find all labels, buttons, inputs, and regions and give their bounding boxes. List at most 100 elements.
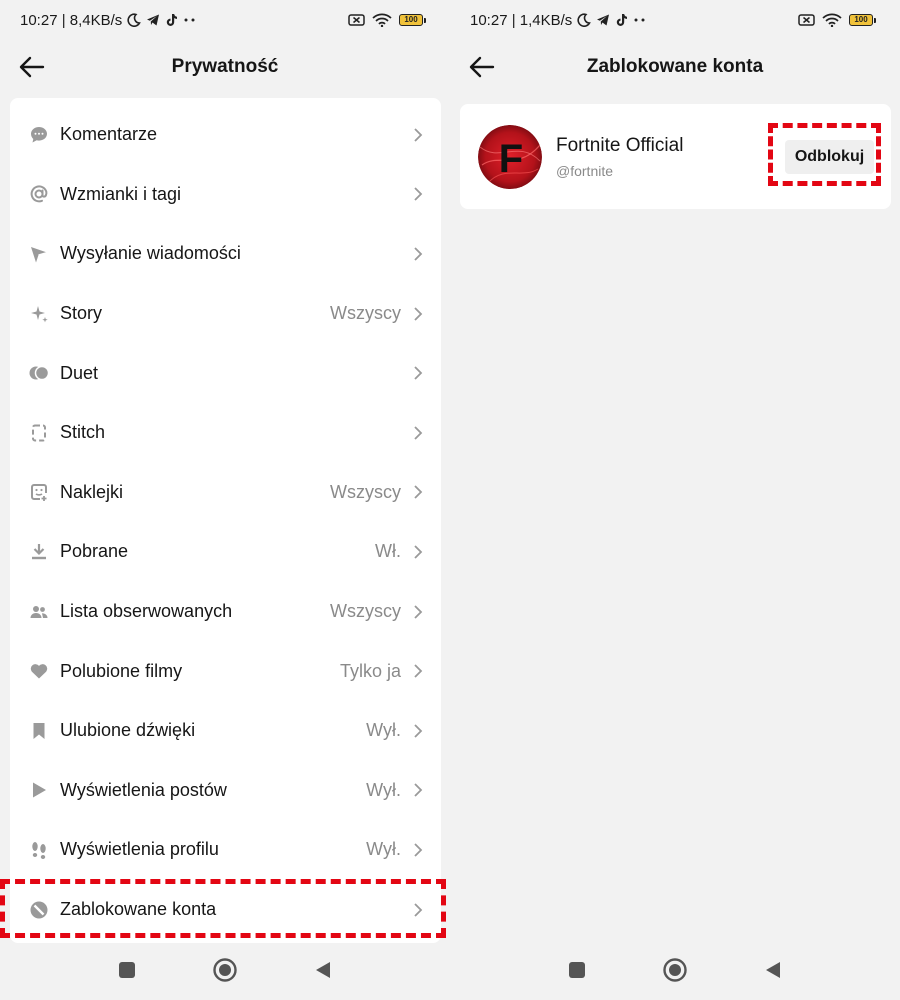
privacy-settings-list: Komentarze Wzmianki i tagi Wysyłanie wia…: [10, 98, 441, 943]
row-label: Polubione filmy: [60, 660, 183, 681]
status-time: 10:27: [470, 11, 508, 29]
row-naklejki[interactable]: Naklejki Wszyscy: [10, 463, 441, 523]
people-icon: [28, 601, 50, 623]
sim-off-icon: [798, 14, 815, 26]
row-label: Pobrane: [60, 541, 129, 562]
row-label: Lista obserwowanych: [60, 601, 233, 622]
row-story[interactable]: Story Wszyscy: [10, 284, 441, 344]
status-time: 10:27: [20, 11, 58, 29]
chevron-right-icon: [414, 366, 423, 380]
row-pobrane[interactable]: Pobrane Wł.: [10, 522, 441, 582]
row-komentarze[interactable]: Komentarze: [10, 105, 441, 165]
chevron-right-icon: [414, 306, 423, 321]
row-duet[interactable]: Duet: [10, 343, 441, 403]
back-icon[interactable]: [760, 957, 786, 983]
status-bar: 10:27 | 1,4KB/s 100: [470, 8, 876, 32]
row-label: Story: [60, 303, 103, 324]
row-wzmianki[interactable]: Wzmianki i tagi: [10, 165, 441, 225]
at-sign-icon: [28, 183, 50, 205]
bookmark-icon: [28, 720, 50, 742]
row-label: Wzmianki i tagi: [60, 183, 182, 204]
row-value: Wł.: [375, 541, 401, 562]
row-wyswietlenia-postow[interactable]: Wyświetlenia postów Wył.: [10, 761, 441, 821]
telegram-icon: [597, 14, 610, 26]
row-label: Ulubione dźwięki: [60, 720, 196, 741]
row-polubione-filmy[interactable]: Polubione filmy Tylko ja: [10, 641, 441, 701]
comment-icon: [28, 124, 50, 146]
blocked-accounts-screen: 10:27 | 1,4KB/s 100 Zablokowane konta F …: [450, 0, 900, 1000]
footprints-icon: [28, 839, 50, 861]
chevron-right-icon: [414, 247, 423, 261]
status-speed: | 1,4KB/s: [511, 11, 573, 29]
app-header: Prywatność: [0, 42, 450, 92]
privacy-screen: 10:27 | 8,4KB/s 100 Prywatność Komentarz…: [0, 0, 450, 1000]
page-title: Prywatność: [171, 56, 279, 77]
chevron-right-icon: [414, 485, 423, 500]
row-value: Tylko ja: [339, 660, 401, 681]
send-icon: [28, 243, 50, 265]
tiktok-icon: [617, 14, 628, 26]
chevron-right-icon: [414, 724, 423, 738]
back-arrow-icon[interactable]: [468, 54, 496, 80]
status-bar: 10:27 | 8,4KB/s 100: [20, 8, 426, 32]
telegram-icon: [147, 14, 160, 26]
avatar[interactable]: F: [478, 125, 542, 189]
account-handle: @fortnite: [556, 163, 614, 179]
home-icon[interactable]: [662, 957, 688, 983]
duet-icon: [28, 362, 50, 384]
blocked-accounts-highlight: [0, 879, 446, 938]
sim-off-icon: [348, 14, 365, 26]
status-speed: | 8,4KB/s: [61, 11, 123, 29]
moon-icon: [577, 13, 592, 27]
chevron-right-icon: [414, 843, 423, 857]
download-icon: [28, 541, 50, 563]
row-stitch[interactable]: Stitch: [10, 403, 441, 463]
unblock-highlight: [768, 123, 881, 186]
back-arrow-icon[interactable]: [18, 54, 46, 80]
row-wysylanie-wiadomosci[interactable]: Wysyłanie wiadomości: [10, 224, 441, 284]
moon-icon: [127, 13, 142, 27]
row-label: Wysyłanie wiadomości: [60, 243, 241, 264]
row-label: Wyświetlenia profilu: [60, 839, 219, 860]
system-nav-bar: [450, 940, 900, 1000]
wifi-icon: [372, 13, 392, 27]
system-nav-bar: [0, 940, 450, 1000]
row-label: Duet: [60, 362, 99, 383]
page-title: Zablokowane konta: [586, 56, 764, 77]
app-header: Zablokowane konta: [450, 42, 900, 92]
sticker-icon: [28, 481, 50, 503]
row-value: Wszyscy: [330, 601, 401, 622]
row-label: Naklejki: [60, 481, 124, 502]
chevron-right-icon: [414, 426, 423, 440]
more-dots-icon: [184, 18, 195, 22]
row-label: Wyświetlenia postów: [60, 779, 227, 800]
recent-apps-icon[interactable]: [564, 957, 590, 983]
chevron-right-icon: [414, 187, 423, 202]
chevron-right-icon: [414, 664, 423, 678]
wifi-icon: [822, 13, 842, 27]
row-value: Wył.: [366, 779, 401, 800]
tiktok-icon: [167, 14, 178, 26]
row-ulubione-dzwieki[interactable]: Ulubione dźwięki Wył.: [10, 701, 441, 761]
home-icon[interactable]: [212, 957, 238, 983]
row-lista-obserwowanych[interactable]: Lista obserwowanych Wszyscy: [10, 582, 441, 642]
chevron-right-icon: [414, 545, 423, 559]
play-icon: [28, 779, 50, 801]
chevron-right-icon: [414, 783, 423, 798]
row-label: Stitch: [60, 422, 106, 443]
avatar-letter: F: [499, 137, 523, 181]
row-wyswietlenia-profilu[interactable]: Wyświetlenia profilu Wył.: [10, 820, 441, 880]
heart-icon: [28, 660, 50, 682]
account-name: Fortnite Official: [556, 135, 684, 156]
back-icon[interactable]: [310, 957, 336, 983]
chevron-right-icon: [414, 604, 423, 619]
row-value: Wszyscy: [330, 303, 401, 324]
more-dots-icon: [634, 18, 645, 22]
battery-icon: 100: [399, 14, 426, 26]
chevron-right-icon: [414, 128, 423, 142]
row-value: Wszyscy: [330, 481, 401, 502]
recent-apps-icon[interactable]: [114, 957, 140, 983]
row-value: Wył.: [366, 720, 401, 741]
stitch-icon: [28, 422, 50, 444]
battery-icon: 100: [849, 14, 876, 26]
